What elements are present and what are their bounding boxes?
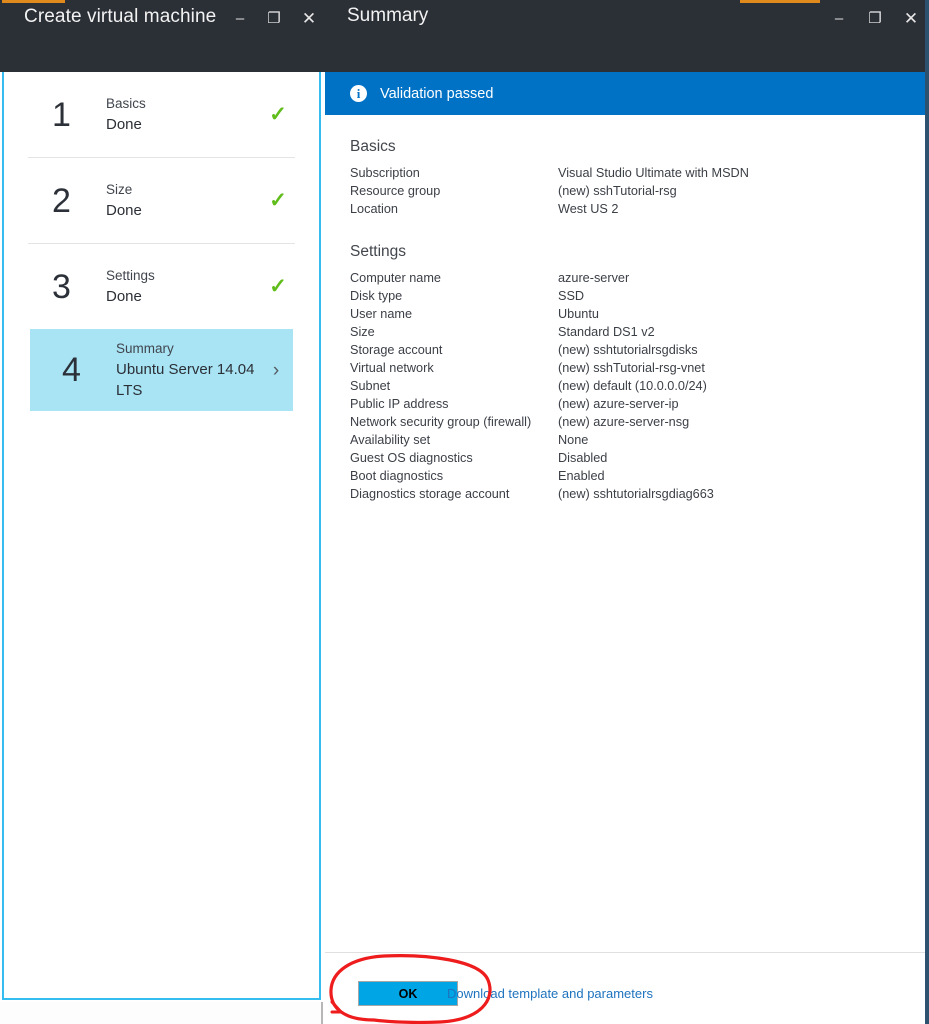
detail-value: Enabled <box>558 469 605 483</box>
chevron-right-icon: › <box>272 359 280 381</box>
detail-value: (new) sshTutorial-rsg <box>558 184 677 198</box>
detail-key: Subnet <box>350 379 391 393</box>
step-title: Summary <box>116 341 174 356</box>
table-row: Resource group (new) sshTutorial-rsg <box>350 184 749 202</box>
section-title-settings: Settings <box>350 243 407 260</box>
basics-details-table: Subscription Visual Studio Ultimate with… <box>350 166 749 220</box>
detail-value: Visual Studio Ultimate with MSDN <box>558 166 749 180</box>
ok-button[interactable]: OK <box>358 981 458 1006</box>
info-icon: i <box>350 85 367 102</box>
detail-value: (new) azure-server-ip <box>558 397 679 411</box>
table-row: Computer name azure-server <box>350 271 714 289</box>
detail-value: (new) sshtutorialrsgdisks <box>558 343 698 357</box>
right-window-title: Summary <box>347 5 429 26</box>
section-title-basics: Basics <box>350 138 396 155</box>
table-row: Network security group (firewall) (new) … <box>350 415 714 433</box>
detail-key: Computer name <box>350 271 441 285</box>
step-number: 4 <box>62 351 81 389</box>
table-row: Storage account (new) sshtutorialrsgdisk… <box>350 343 714 361</box>
step-text-block: Size Done <box>94 180 261 221</box>
step-text-block: Summary Ubuntu Server 14.04 LTS <box>104 339 259 401</box>
detail-key: Guest OS diagnostics <box>350 451 473 465</box>
detail-key: Storage account <box>350 343 443 357</box>
table-row: Subscription Visual Studio Ultimate with… <box>350 166 749 184</box>
step-subtitle: Done <box>106 288 142 305</box>
step-title: Settings <box>106 268 155 283</box>
step-subtitle: Done <box>106 116 142 133</box>
close-icon[interactable]: ✕ <box>295 6 323 32</box>
sidebar-item-basics[interactable]: 1 Basics Done ✓ <box>28 72 295 157</box>
summary-content-area: Basics Subscription Visual Studio Ultima… <box>325 115 925 952</box>
check-icon: ✓ <box>269 189 287 212</box>
close-icon[interactable]: ✕ <box>897 6 925 32</box>
validation-status-text: Validation passed <box>380 85 494 102</box>
minimize-icon[interactable]: – <box>825 6 853 32</box>
table-row: Public IP address (new) azure-server-ip <box>350 397 714 415</box>
settings-details-table: Computer name azure-server Disk type SSD… <box>350 271 714 505</box>
detail-key: User name <box>350 307 413 321</box>
detail-value: None <box>558 433 589 447</box>
wizard-steps-panel: 1 Basics Done ✓ 2 Size Done ✓ 3 Settings… <box>2 72 321 1000</box>
detail-key: Availability set <box>350 433 431 447</box>
step-number: 1 <box>52 95 71 134</box>
summary-footer: OK Download template and parameters <box>325 953 925 1024</box>
table-row: Virtual network (new) sshTutorial-rsg-vn… <box>350 361 714 379</box>
detail-key: Virtual network <box>350 361 434 375</box>
minimize-icon[interactable]: – <box>226 6 254 32</box>
table-row: Boot diagnostics Enabled <box>350 469 714 487</box>
detail-value: Standard DS1 v2 <box>558 325 655 339</box>
maximize-icon[interactable]: ❐ <box>260 6 288 32</box>
detail-key: Diagnostics storage account <box>350 487 510 501</box>
right-window-accent-bar <box>740 0 820 3</box>
detail-key: Size <box>350 325 375 339</box>
detail-value: Disabled <box>558 451 608 465</box>
left-window-bottom-strip <box>0 1002 323 1024</box>
step-text-block: Settings Done <box>94 266 261 307</box>
left-window-accent-bar <box>2 0 65 3</box>
table-row: Availability set None <box>350 433 714 451</box>
table-row: Disk type SSD <box>350 289 714 307</box>
step-number: 3 <box>52 267 71 306</box>
right-window-titlebar: Summary – ❐ ✕ <box>325 0 925 72</box>
table-row: Subnet (new) default (10.0.0.0/24) <box>350 379 714 397</box>
step-subtitle: Ubuntu Server 14.04 LTS <box>116 361 255 399</box>
table-row: User name Ubuntu <box>350 307 714 325</box>
detail-key: Subscription <box>350 166 420 180</box>
detail-key: Location <box>350 202 398 216</box>
detail-value: Ubuntu <box>558 307 599 321</box>
validation-status-banner: i Validation passed <box>325 72 925 115</box>
download-template-link[interactable]: Download template and parameters <box>447 986 653 1001</box>
detail-key: Network security group (firewall) <box>350 415 532 429</box>
detail-value: azure-server <box>558 271 630 285</box>
detail-value: West US 2 <box>558 202 619 216</box>
sidebar-item-size[interactable]: 2 Size Done ✓ <box>28 158 295 243</box>
summary-window: Summary – ❐ ✕ i Validation passed Basics… <box>325 0 929 1024</box>
sidebar-item-settings[interactable]: 3 Settings Done ✓ <box>28 244 295 329</box>
detail-value: (new) sshtutorialrsgdiag663 <box>558 487 714 501</box>
detail-value: (new) default (10.0.0.0/24) <box>558 379 707 393</box>
table-row: Size Standard DS1 v2 <box>350 325 714 343</box>
sidebar-item-summary[interactable]: 4 Summary Ubuntu Server 14.04 LTS › <box>30 329 293 411</box>
table-row: Diagnostics storage account (new) sshtut… <box>350 487 714 505</box>
step-text-block: Basics Done <box>94 94 261 135</box>
step-title: Size <box>106 182 133 197</box>
table-row: Location West US 2 <box>350 202 749 220</box>
check-icon: ✓ <box>269 103 287 126</box>
step-title: Basics <box>106 96 146 111</box>
detail-value: (new) azure-server-nsg <box>558 415 690 429</box>
step-number: 2 <box>52 181 71 220</box>
left-window-titlebar: Create virtual machine – ❐ ✕ <box>0 0 325 72</box>
detail-key: Boot diagnostics <box>350 469 444 483</box>
detail-key: Public IP address <box>350 397 449 411</box>
left-window-title: Create virtual machine <box>24 6 217 27</box>
table-row: Guest OS diagnostics Disabled <box>350 451 714 469</box>
detail-value: (new) sshTutorial-rsg-vnet <box>558 361 705 375</box>
create-vm-window: Create virtual machine – ❐ ✕ 1 Basics Do… <box>0 0 325 1024</box>
detail-value: SSD <box>558 289 585 303</box>
detail-key: Disk type <box>350 289 403 303</box>
maximize-icon[interactable]: ❐ <box>861 6 889 32</box>
step-subtitle: Done <box>106 202 142 219</box>
detail-key: Resource group <box>350 184 441 198</box>
check-icon: ✓ <box>269 275 287 298</box>
